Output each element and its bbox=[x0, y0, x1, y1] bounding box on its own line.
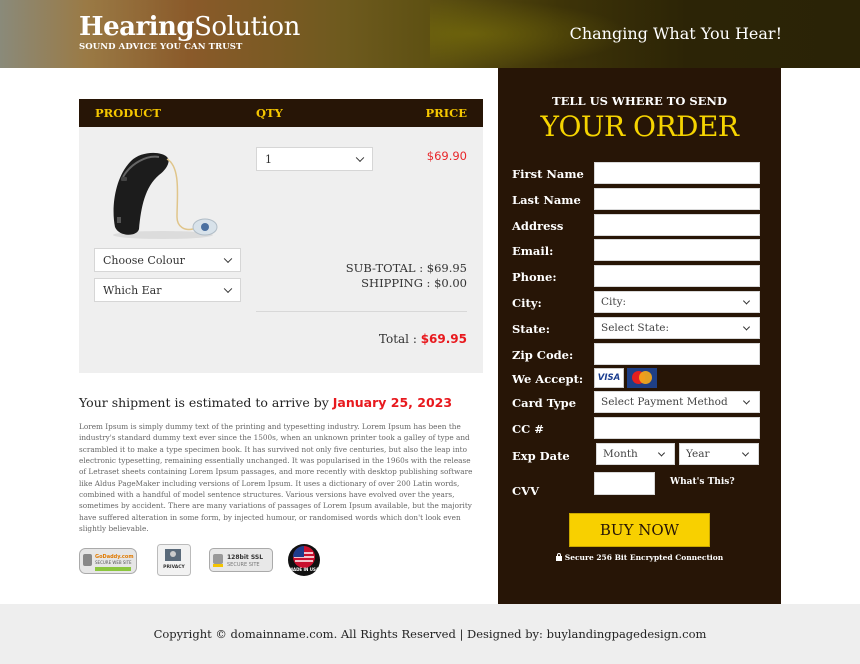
made-in-usa-badge: MADE IN USA bbox=[288, 544, 320, 576]
total-label: Total : bbox=[378, 332, 421, 346]
we-accept-label: We Accept: bbox=[512, 372, 584, 386]
city-select-value: City: bbox=[601, 296, 627, 308]
hearing-aid-image bbox=[113, 152, 218, 239]
shipment-estimate: Your shipment is estimated to arrive by … bbox=[79, 395, 452, 410]
whats-this-link[interactable]: What's This? bbox=[670, 477, 735, 487]
cart-divider bbox=[256, 311, 467, 312]
address-label: Address bbox=[512, 219, 564, 233]
secure-connection-note: Secure 256 Bit Encrypted Connection bbox=[498, 553, 781, 562]
qty-value: 1 bbox=[265, 152, 272, 166]
state-label: State: bbox=[512, 322, 550, 336]
first-name-input[interactable] bbox=[594, 162, 760, 184]
order-form-subtitle: TELL US WHERE TO SEND bbox=[552, 94, 727, 108]
logo-tagline: SOUND ADVICE YOU CAN TRUST bbox=[79, 42, 243, 52]
phone-label: Phone: bbox=[512, 270, 557, 284]
svg-text:SECURE WEB SITE: SECURE WEB SITE bbox=[95, 560, 132, 565]
ear-select-value: Which Ear bbox=[103, 283, 162, 297]
logo-bold: Hearing bbox=[79, 12, 195, 42]
zip-input[interactable] bbox=[594, 343, 760, 365]
last-name-label: Last Name bbox=[512, 193, 581, 207]
address-input[interactable] bbox=[594, 214, 760, 236]
lock-icon bbox=[555, 553, 562, 561]
card-type-value: Select Payment Method bbox=[601, 396, 728, 408]
ssl-secure-badge: 128bit SSL SECURE SITE bbox=[209, 548, 273, 572]
total-value: $69.95 bbox=[420, 332, 467, 346]
city-label: City: bbox=[512, 296, 542, 310]
subtotal-block: SUB-TOTAL : $69.95 SHIPPING : $0.00 bbox=[346, 261, 467, 291]
column-price: PRICE bbox=[425, 106, 467, 120]
shipment-description: Lorem Ipsum is simply dummy text of the … bbox=[79, 422, 473, 534]
phone-input[interactable] bbox=[594, 265, 760, 287]
ear-select[interactable]: Which Ear bbox=[94, 278, 241, 302]
cc-number-input[interactable] bbox=[594, 417, 760, 439]
chevron-down-icon bbox=[223, 254, 233, 264]
city-select[interactable]: City: bbox=[594, 291, 760, 313]
first-name-label: First Name bbox=[512, 167, 584, 181]
exp-year-value: Year bbox=[686, 448, 710, 460]
visa-text: VISA bbox=[597, 373, 621, 383]
column-product: PRODUCT bbox=[95, 106, 161, 120]
chevron-down-icon bbox=[223, 284, 233, 294]
exp-month-select[interactable]: Month bbox=[596, 443, 675, 465]
chevron-down-icon bbox=[742, 297, 751, 305]
footer: Copyright © domainname.com. All Rights R… bbox=[0, 604, 860, 664]
header-banner: HearingSolution SOUND ADVICE YOU CAN TRU… bbox=[0, 0, 860, 68]
trust-badges: GoDaddy.com SECURE WEB SITE PRIVACY 128b… bbox=[79, 542, 339, 578]
privacy-protected-badge: PRIVACY bbox=[157, 544, 191, 576]
column-qty: QTY bbox=[256, 106, 283, 120]
site-logo[interactable]: HearingSolution SOUND ADVICE YOU CAN TRU… bbox=[79, 12, 300, 52]
exp-year-select[interactable]: Year bbox=[679, 443, 759, 465]
svg-text:PRIVACY: PRIVACY bbox=[163, 564, 185, 570]
shipment-text: Your shipment is estimated to arrive by bbox=[79, 395, 333, 410]
svg-text:MADE IN USA: MADE IN USA bbox=[289, 567, 320, 572]
subtotal-line: SUB-TOTAL : $69.95 bbox=[345, 261, 467, 275]
footer-copyright: Copyright © domainname.com. All Rights R… bbox=[153, 627, 707, 641]
shipment-date: January 25, 2023 bbox=[332, 395, 453, 410]
logo-text: HearingSolution bbox=[79, 12, 300, 42]
header-tagline: Changing What You Hear! bbox=[569, 24, 782, 43]
chevron-down-icon bbox=[742, 323, 751, 331]
colour-select[interactable]: Choose Colour bbox=[94, 248, 241, 272]
last-name-input[interactable] bbox=[594, 188, 760, 210]
cvv-label: CVV bbox=[512, 484, 539, 498]
total-line: Total : $69.95 bbox=[379, 332, 467, 346]
chevron-down-icon bbox=[657, 449, 666, 457]
chevron-down-icon bbox=[742, 397, 751, 405]
svg-text:SECURE SITE: SECURE SITE bbox=[227, 562, 260, 568]
exp-date-label: Exp Date bbox=[512, 449, 570, 463]
chevron-down-icon bbox=[741, 449, 750, 457]
card-type-select[interactable]: Select Payment Method bbox=[594, 391, 760, 413]
secure-note-text: Secure 256 Bit Encrypted Connection bbox=[564, 553, 724, 562]
unit-price: $69.90 bbox=[426, 149, 467, 163]
email-input[interactable] bbox=[594, 239, 760, 261]
chevron-down-icon bbox=[355, 153, 365, 163]
qty-select[interactable]: 1 bbox=[256, 147, 373, 171]
state-select-value: Select State: bbox=[601, 322, 670, 334]
email-label: Email: bbox=[512, 244, 554, 258]
exp-month-value: Month bbox=[603, 448, 638, 460]
state-select[interactable]: Select State: bbox=[594, 317, 760, 339]
logo-light: Solution bbox=[194, 12, 300, 42]
cc-label: CC # bbox=[512, 422, 544, 436]
order-form: TELL US WHERE TO SEND YOUR ORDER First N… bbox=[498, 68, 781, 604]
visa-card-icon: VISA bbox=[594, 368, 624, 388]
cart-table: PRODUCT QTY PRICE 1 $69.90 Choose Colour… bbox=[79, 99, 483, 373]
zip-label: Zip Code: bbox=[512, 348, 574, 362]
order-form-title: YOUR ORDER bbox=[540, 110, 739, 143]
cart-header: PRODUCT QTY PRICE bbox=[79, 99, 483, 127]
cvv-input[interactable] bbox=[594, 472, 655, 495]
svg-text:128bit SSL: 128bit SSL bbox=[227, 554, 263, 561]
mastercard-icon bbox=[627, 368, 657, 388]
buy-now-button[interactable]: BUY NOW bbox=[569, 513, 710, 547]
card-type-label: Card Type bbox=[512, 396, 577, 410]
godaddy-secure-badge: GoDaddy.com SECURE WEB SITE bbox=[79, 548, 137, 574]
shipping-line: SHIPPING : $0.00 bbox=[361, 276, 467, 290]
colour-select-value: Choose Colour bbox=[103, 253, 185, 267]
